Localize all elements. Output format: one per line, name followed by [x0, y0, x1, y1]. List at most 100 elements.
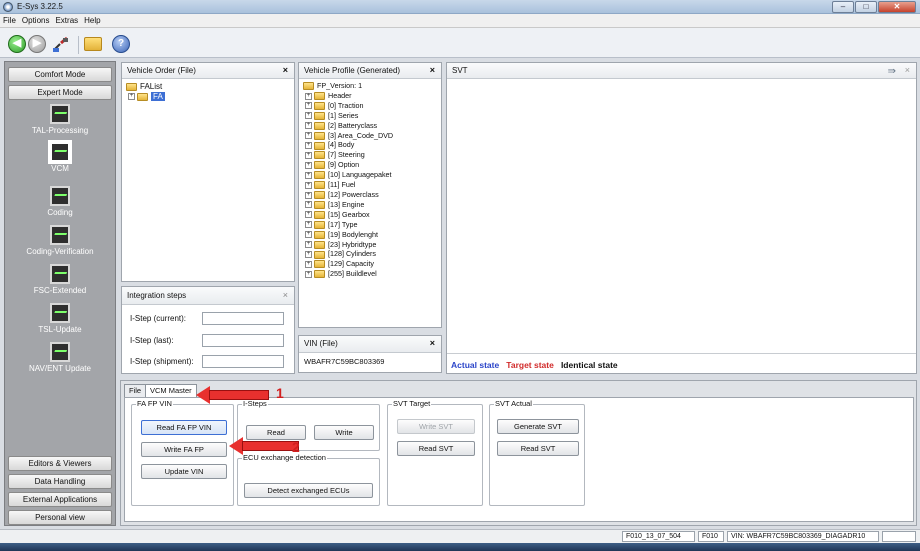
- tree-node-profile-item[interactable]: + [1] Series: [303, 111, 437, 121]
- data-handling-button[interactable]: Data Handling: [8, 474, 112, 489]
- sidebar-item-vcm[interactable]: VCM: [5, 142, 115, 173]
- expand-icon[interactable]: +: [305, 151, 312, 159]
- tree-node-profile-item[interactable]: + [9] Option: [303, 160, 437, 170]
- expand-icon[interactable]: +: [305, 201, 312, 209]
- expand-icon[interactable]: +: [305, 221, 312, 229]
- expand-icon[interactable]: +: [305, 92, 312, 100]
- legend-target: Target state: [506, 360, 554, 370]
- read-svt-target-button[interactable]: Read SVT: [397, 441, 475, 456]
- tab-vcm-master[interactable]: VCM Master: [145, 384, 197, 398]
- back-icon[interactable]: ◀: [8, 35, 26, 53]
- app-icon: [3, 2, 13, 12]
- generate-svt-button[interactable]: Generate SVT: [497, 419, 579, 434]
- expand-icon[interactable]: +: [305, 270, 312, 278]
- editors-viewers-button[interactable]: Editors & Viewers: [8, 456, 112, 471]
- close-icon[interactable]: ×: [283, 63, 288, 78]
- read-svt-actual-button[interactable]: Read SVT: [497, 441, 579, 456]
- status-vin: VIN: WBAFR7C59BC803369_DIAGADR10: [727, 531, 879, 542]
- expand-icon[interactable]: +: [305, 112, 312, 120]
- forward-icon[interactable]: ▶: [28, 35, 46, 53]
- tree-node-profile-item[interactable]: + [128] Cylinders: [303, 249, 437, 259]
- close-window-button[interactable]: ✕: [878, 1, 916, 13]
- tree-node-label: [1] Series: [328, 110, 359, 120]
- tree-node-label: [19] Bodylenght: [328, 229, 378, 239]
- expand-icon[interactable]: +: [305, 260, 312, 268]
- read-fa-fp-vin-button[interactable]: Read FA FP VIN: [141, 420, 227, 435]
- tree-node-profile-item[interactable]: + [12] Powerclass: [303, 190, 437, 200]
- tree-node-profile-item[interactable]: + [11] Fuel: [303, 180, 437, 190]
- detect-exchanged-ecus-button[interactable]: Detect exchanged ECUs: [244, 483, 373, 498]
- arrow-head-icon: [229, 437, 243, 455]
- expand-icon[interactable]: +: [305, 142, 312, 150]
- tree-node-profile-item[interactable]: + [255] Buildlevel: [303, 269, 437, 279]
- tree-node-profile-item[interactable]: + [10] Languagepaket: [303, 170, 437, 180]
- folder-icon: [314, 260, 325, 269]
- menu-help[interactable]: Help: [81, 14, 103, 27]
- menu-extras[interactable]: Extras: [52, 14, 81, 27]
- external-applications-button[interactable]: External Applications: [8, 492, 112, 507]
- annotation-arrow-1: [196, 386, 271, 404]
- vcm-master-content: FA FP VIN Read FA FP VIN Write FA FP Upd…: [124, 397, 914, 522]
- tree-node-label: [10] Languagepaket: [328, 170, 392, 180]
- open-folder-icon[interactable]: [84, 37, 102, 51]
- tree-node-profile-item[interactable]: + [2] Batteryclass: [303, 121, 437, 131]
- close-icon[interactable]: ×: [430, 63, 435, 78]
- tree-node-profile-item[interactable]: + [19] Bodylenght: [303, 230, 437, 240]
- help-icon[interactable]: ?: [112, 35, 130, 53]
- sidebar-item-coding-verification[interactable]: Coding-Verification: [5, 225, 115, 256]
- tab-file[interactable]: File: [124, 384, 147, 398]
- folder-icon: [314, 141, 325, 150]
- tree-node-profile-item[interactable]: + [3] Area_Code_DVD: [303, 131, 437, 141]
- sidebar-item-tsl-update[interactable]: TSL-Update: [5, 303, 115, 334]
- close-icon[interactable]: ×: [283, 287, 288, 304]
- expand-icon[interactable]: +: [305, 171, 312, 179]
- expand-icon[interactable]: +: [305, 181, 312, 189]
- write-fa-fp-button[interactable]: Write FA FP: [141, 442, 227, 457]
- istep-last-field[interactable]: [202, 334, 284, 347]
- tree-node-profile-item[interactable]: + [4] Body: [303, 140, 437, 150]
- sidebar-item-tal-processing[interactable]: TAL-Processing: [5, 104, 115, 135]
- update-vin-button[interactable]: Update VIN: [141, 464, 227, 479]
- tree-node-profile-item[interactable]: + [0] Traction: [303, 101, 437, 111]
- minimize-button[interactable]: –: [832, 1, 854, 13]
- tree-node-profile-item[interactable]: + Header: [303, 91, 437, 101]
- sidebar-item-fsc-extended[interactable]: FSC-Extended: [5, 264, 115, 295]
- tree-node-fp-version[interactable]: FP_Version: 1: [303, 81, 437, 91]
- tree-node-profile-item[interactable]: + [17] Type: [303, 220, 437, 230]
- pin-icon[interactable]: ⇛: [888, 64, 896, 79]
- tree-node-label: [17] Type: [328, 219, 358, 229]
- tree-node-fa[interactable]: + FA: [126, 92, 290, 102]
- expand-icon[interactable]: +: [305, 191, 312, 199]
- menu-options[interactable]: Options: [19, 14, 53, 27]
- folder-icon: [314, 92, 325, 100]
- tree-node-falist[interactable]: FAList: [126, 82, 290, 92]
- tree-node-profile-item[interactable]: + [129] Capacity: [303, 259, 437, 269]
- expand-icon[interactable]: +: [128, 93, 135, 101]
- close-icon[interactable]: ×: [905, 63, 910, 78]
- expand-icon[interactable]: +: [305, 211, 312, 219]
- write-isteps-button[interactable]: Write: [314, 425, 374, 440]
- tree-node-profile-item[interactable]: + [7] Steering: [303, 150, 437, 160]
- expert-mode-button[interactable]: Expert Mode: [8, 85, 112, 100]
- tree-node-profile-item[interactable]: + [15] Gearbox: [303, 210, 437, 220]
- expand-icon[interactable]: +: [305, 122, 312, 130]
- expand-icon[interactable]: +: [305, 161, 312, 169]
- write-svt-button[interactable]: Write SVT: [397, 419, 475, 434]
- connect-icon[interactable]: [51, 35, 69, 53]
- maximize-button[interactable]: □: [855, 1, 877, 13]
- close-icon[interactable]: ×: [430, 336, 435, 351]
- tree-node-profile-item[interactable]: + [23] Hybridtype: [303, 240, 437, 250]
- expand-icon[interactable]: +: [305, 241, 312, 249]
- menu-file[interactable]: File: [0, 14, 19, 27]
- istep-shipment-field[interactable]: [202, 355, 284, 368]
- expand-icon[interactable]: +: [305, 102, 312, 110]
- sidebar-item-nav-ent-update[interactable]: NAV/ENT Update: [5, 342, 115, 373]
- personal-view-button[interactable]: Personal view: [8, 510, 112, 525]
- expand-icon[interactable]: +: [305, 132, 312, 140]
- sidebar-item-coding[interactable]: Coding: [5, 186, 115, 217]
- istep-current-field[interactable]: [202, 312, 284, 325]
- tree-node-profile-item[interactable]: + [13] Engine: [303, 200, 437, 210]
- comfort-mode-button[interactable]: Comfort Mode: [8, 67, 112, 82]
- expand-icon[interactable]: +: [305, 251, 312, 258]
- expand-icon[interactable]: +: [305, 231, 312, 239]
